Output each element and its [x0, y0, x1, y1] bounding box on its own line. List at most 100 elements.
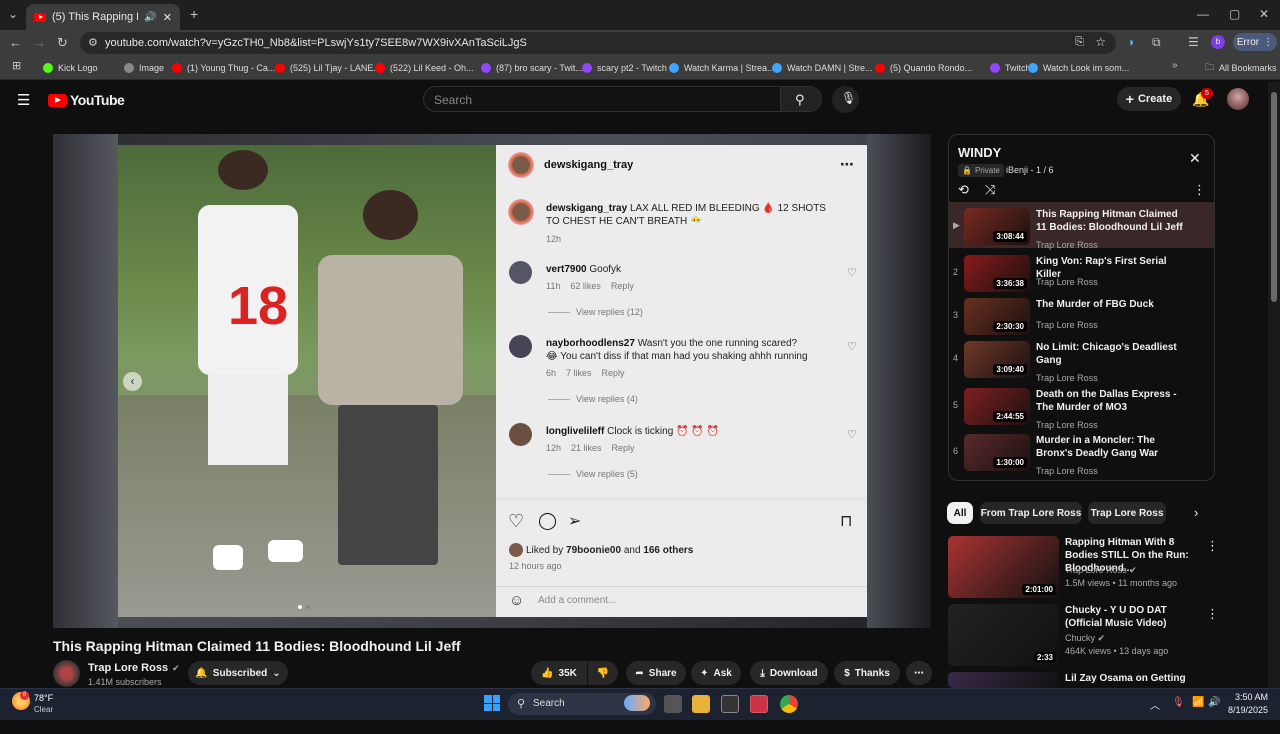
playlist-item-title[interactable]: This Rapping Hitman Claimed 11 Bodies: B…	[1036, 208, 1186, 234]
bookmark-item[interactable]: (87) bro scary - Twit...	[481, 56, 583, 80]
comment-likes[interactable]: 7 likes	[566, 368, 592, 378]
taskbar-search[interactable]: ⚲ Search	[508, 693, 656, 715]
comment-username[interactable]: vert7900	[546, 264, 587, 275]
bookmark-item[interactable]: Twitch	[990, 56, 1031, 80]
tab-search-icon[interactable]: ⌄	[8, 8, 18, 20]
profile-avatar-icon[interactable]: b	[1211, 35, 1225, 49]
install-app-icon[interactable]: ⎘	[1075, 36, 1084, 49]
address-bar[interactable]: ⚙ youtube.com/watch?v=yGzcTH0_Nb8&list=P…	[80, 32, 1116, 54]
playlist-item[interactable]: 6 1:30:00 Murder in a Moncler: The Bronx's…	[949, 432, 1214, 476]
extensions-puzzle-icon[interactable]: ⧉	[1152, 36, 1161, 48]
create-button[interactable]: + Create	[1117, 87, 1181, 111]
thanks-button[interactable]: $ Thanks	[834, 661, 900, 685]
playlist-item-title[interactable]: The Murder of FBG Duck	[1036, 298, 1186, 311]
speaker-icon[interactable]: 🔊	[144, 12, 156, 23]
share-button[interactable]: ➦ Share	[626, 661, 686, 685]
scrollbar-thumb[interactable]	[1271, 92, 1277, 302]
comment-likes[interactable]: 62 likes	[570, 281, 601, 291]
recommended-channel[interactable]: Trap Lore Ross ✔	[1065, 565, 1137, 576]
recommended-channel[interactable]: Chucky ✔	[1065, 633, 1105, 644]
view-replies-link[interactable]: View replies (12)	[548, 307, 643, 317]
playlist-owner[interactable]: iBenji	[1006, 165, 1028, 175]
playlist-thumbnail[interactable]: 1:30:00	[964, 434, 1030, 471]
post-username[interactable]: dewskigang_tray	[544, 159, 633, 171]
like-heart-icon[interactable]: ♡	[508, 511, 524, 532]
comment-bubble-icon[interactable]: ◯	[538, 511, 557, 531]
playlist-item-channel[interactable]: Trap Lore Ross	[1036, 466, 1098, 476]
bookmark-item[interactable]: Kick Logo	[43, 56, 98, 80]
reload-icon[interactable]: ↻	[57, 36, 68, 49]
browser-tab[interactable]: (5) This Rapping Hitman Cl... 🔊 ✕	[26, 4, 180, 30]
playlist-item-channel[interactable]: Trap Lore Ross	[1036, 373, 1098, 383]
channel-avatar[interactable]	[53, 660, 80, 687]
chip-all[interactable]: All	[947, 502, 973, 524]
wifi-icon[interactable]: 📶	[1192, 697, 1204, 708]
bookmark-item[interactable]: (5) Quando Rondo...	[875, 56, 972, 80]
caption-username[interactable]: dewskigang_tray	[546, 203, 627, 214]
app-iv-icon[interactable]	[721, 695, 739, 713]
comment-like-icon[interactable]: ♡	[847, 428, 857, 441]
comment-reply-link[interactable]: Reply	[602, 368, 625, 378]
like-button[interactable]: 👍 35K	[531, 661, 587, 685]
hamburger-menu-icon[interactable]: ☰	[17, 91, 30, 109]
playlist-thumbnail[interactable]: 2:44:55	[964, 388, 1030, 425]
comment-reply-link[interactable]: Reply	[611, 281, 634, 291]
playlist-item-channel[interactable]: Trap Lore Ross	[1036, 320, 1098, 330]
video-menu-icon[interactable]: ⋮	[1206, 606, 1219, 622]
liked-by-user[interactable]: 79boonie00	[566, 545, 621, 556]
account-avatar[interactable]	[1227, 88, 1249, 110]
tray-chevron-icon[interactable]: ︿	[1150, 697, 1160, 712]
channel-name[interactable]: Trap Lore Ross ✔	[88, 662, 180, 674]
playlist-item-title[interactable]: Murder in a Moncler: The Bronx's Deadly …	[1036, 434, 1186, 460]
caption-avatar[interactable]	[508, 199, 534, 225]
recommended-video[interactable]: 2:01:00 Rapping Hitman With 8 Bodies STIL…	[948, 536, 1248, 598]
file-explorer-icon[interactable]	[692, 695, 710, 713]
playlist-item[interactable]: 2 3:36:38 King Von: Rap's First Serial Kil…	[949, 253, 1214, 297]
close-playlist-icon[interactable]: ✕	[1189, 150, 1201, 167]
comment-username[interactable]: nayborhoodlens27	[546, 338, 635, 349]
playlist-item-title[interactable]: No Limit: Chicago's Deadliest Gang	[1036, 341, 1186, 367]
playlist-menu-icon[interactable]: ⋮	[1193, 182, 1206, 198]
more-bookmarks-icon[interactable]: »	[1172, 61, 1178, 71]
reading-list-icon[interactable]: ☰	[1188, 36, 1199, 48]
extension-icon[interactable]: ◗	[1128, 36, 1135, 48]
bookmark-item[interactable]: Watch DAMN | Stre...	[772, 56, 873, 80]
view-replies-link[interactable]: View replies (4)	[548, 394, 638, 404]
add-comment-input[interactable]: Add a comment...	[538, 595, 616, 606]
minimize-icon[interactable]: —	[1197, 8, 1209, 20]
chips-next-icon[interactable]: ›	[1194, 505, 1198, 520]
loop-icon[interactable]: ⟲	[958, 182, 969, 198]
recommended-thumbnail[interactable]: 2:01:00	[948, 536, 1059, 598]
search-button[interactable]: ⚲	[780, 86, 822, 112]
comment-likes[interactable]: 21 likes	[571, 443, 602, 453]
comment-username[interactable]: longlivelileff	[546, 426, 604, 437]
youtube-logo[interactable]: YouTube	[48, 92, 125, 108]
search-input[interactable]: Search	[423, 86, 781, 112]
task-view-icon[interactable]	[664, 695, 682, 713]
recommended-video[interactable]: 2:33 Chucky - Y U DO DAT (Official Music …	[948, 604, 1248, 666]
playlist-item[interactable]: 5 2:44:55 Death on the Dallas Express - Th…	[949, 386, 1214, 430]
all-bookmarks-folder[interactable]: 🗀 All Bookmarks	[1205, 56, 1277, 80]
comment-like-icon[interactable]: ♡	[847, 340, 857, 353]
emoji-icon[interactable]: ☺	[509, 592, 524, 609]
share-send-icon[interactable]: ➢	[568, 511, 581, 531]
subscribed-button[interactable]: 🔔 Subscribed ⌄	[188, 661, 288, 685]
post-options-icon[interactable]: ⋯	[840, 156, 854, 173]
playlist-item-channel[interactable]: Trap Lore Ross	[1036, 240, 1098, 250]
post-author-avatar[interactable]	[508, 152, 534, 178]
close-tab-icon[interactable]: ✕	[163, 11, 172, 24]
profile-error-badge[interactable]: Error ⋮	[1233, 33, 1277, 51]
voice-search-button[interactable]: 🎙	[832, 86, 859, 113]
recommended-title[interactable]: Chucky - Y U DO DAT (Official Music Vide…	[1065, 604, 1205, 630]
commenter-avatar[interactable]	[509, 335, 532, 358]
playlist-thumbnail[interactable]: 3:08:44	[964, 208, 1030, 245]
forward-icon[interactable]: →	[33, 36, 46, 49]
windows-start-icon[interactable]	[484, 695, 500, 711]
bookmark-item[interactable]: (522) Lil Keed - Oh...	[375, 56, 474, 80]
save-bookmark-icon[interactable]: ⊓	[840, 511, 852, 531]
commenter-avatar[interactable]	[509, 261, 532, 284]
playlist-thumbnail[interactable]: 2:30:30	[964, 298, 1030, 335]
bookmark-item[interactable]: (1) Young Thug - Ca...	[172, 56, 275, 80]
bookmark-item[interactable]: Watch Look im som...	[1028, 56, 1129, 80]
bookmark-star-icon[interactable]: ☆	[1095, 35, 1106, 49]
